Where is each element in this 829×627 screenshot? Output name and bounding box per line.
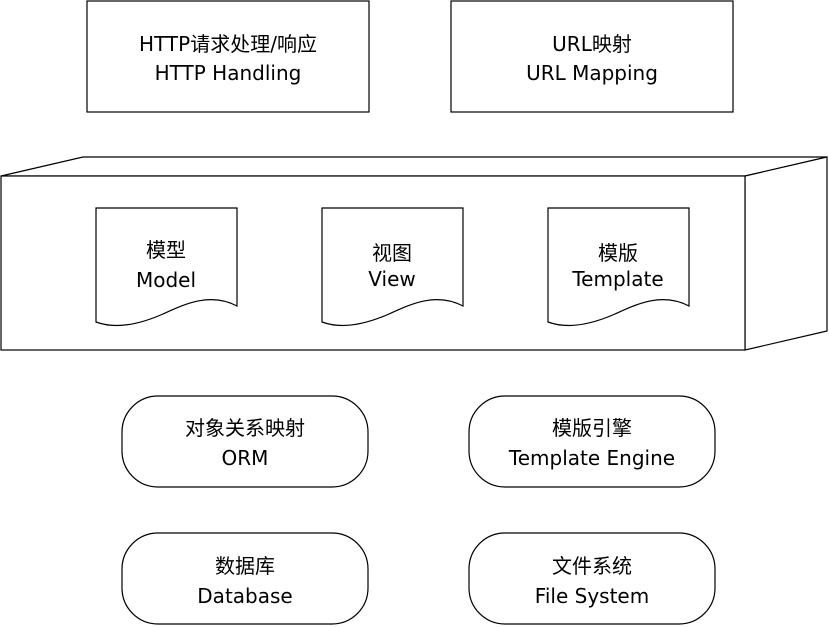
orm-label-en: ORM	[222, 446, 269, 470]
django-architecture-diagram: HTTP请求处理/响应 HTTP Handling URL映射 URL Mapp…	[0, 0, 828, 625]
url-mapping-box: URL映射 URL Mapping	[450, 0, 734, 113]
file-system-label-cn: 文件系统	[552, 554, 632, 578]
database-box: 数据库 Database	[121, 532, 369, 625]
model-label-cn: 模型	[146, 238, 186, 262]
template-engine-label-cn: 模版引擎	[552, 416, 632, 440]
database-label-en: Database	[197, 584, 292, 608]
url-mapping-label-en: URL Mapping	[526, 61, 658, 85]
template-label-cn: 模版	[598, 241, 638, 265]
database-label-cn: 数据库	[215, 554, 275, 578]
file-system-label-en: File System	[535, 584, 649, 608]
template-engine-box: 模版引擎 Template Engine	[468, 395, 716, 488]
template-engine-label-en: Template Engine	[508, 446, 675, 470]
view-label-cn: 视图	[372, 241, 412, 265]
orm-box: 对象关系映射 ORM	[121, 395, 369, 488]
template-label-en: Template	[571, 267, 663, 291]
http-handling-box: HTTP请求处理/响应 HTTP Handling	[86, 0, 370, 113]
file-system-box: 文件系统 File System	[468, 532, 716, 625]
model-label-en: Model	[136, 268, 196, 292]
view-label-en: View	[368, 267, 415, 291]
http-handling-label-cn: HTTP请求处理/响应	[139, 32, 317, 56]
http-handling-label-en: HTTP Handling	[155, 61, 302, 85]
orm-label-cn: 对象关系映射	[185, 416, 305, 440]
url-mapping-label-cn: URL映射	[552, 32, 632, 56]
